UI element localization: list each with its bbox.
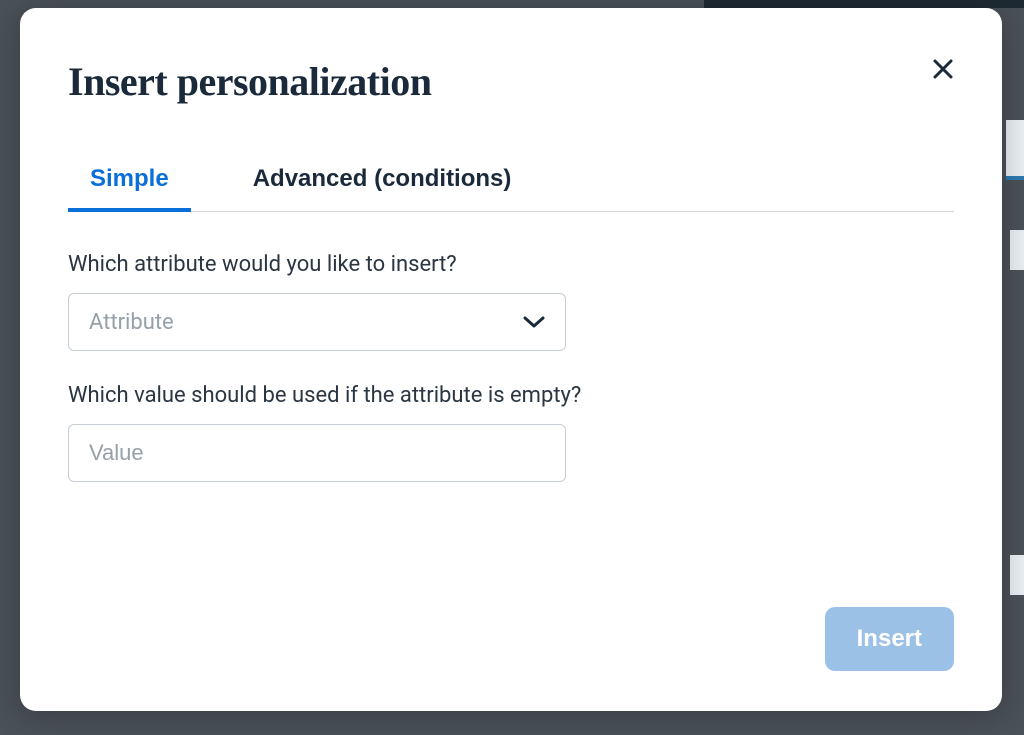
- modal-footer: Insert: [68, 577, 954, 671]
- modal-header: Insert personalization: [68, 58, 954, 105]
- fallback-label: Which value should be used if the attrib…: [68, 383, 954, 408]
- tabs: Simple Advanced (conditions): [68, 165, 954, 212]
- obscured-bg-shape: [1010, 230, 1024, 270]
- insert-personalization-modal: Insert personalization Simple Advanced (…: [20, 8, 1002, 711]
- chevron-down-icon: [523, 315, 545, 329]
- close-icon: [932, 68, 954, 83]
- attribute-select[interactable]: Attribute: [68, 293, 566, 351]
- attribute-select-placeholder: Attribute: [89, 310, 174, 335]
- form-area: Which attribute would you like to insert…: [68, 252, 954, 482]
- attribute-field-group: Which attribute would you like to insert…: [68, 252, 954, 351]
- attribute-label: Which attribute would you like to insert…: [68, 252, 954, 277]
- obscured-bg-shape: [1006, 120, 1024, 180]
- close-button[interactable]: [928, 54, 958, 84]
- tab-simple[interactable]: Simple: [88, 165, 171, 211]
- obscured-bg-shape: [1010, 555, 1024, 595]
- insert-button[interactable]: Insert: [825, 607, 954, 671]
- fallback-input[interactable]: [68, 424, 566, 482]
- tab-advanced[interactable]: Advanced (conditions): [251, 165, 514, 211]
- modal-title: Insert personalization: [68, 58, 431, 105]
- fallback-field-group: Which value should be used if the attrib…: [68, 383, 954, 482]
- obscured-header-strip: [704, 0, 1024, 8]
